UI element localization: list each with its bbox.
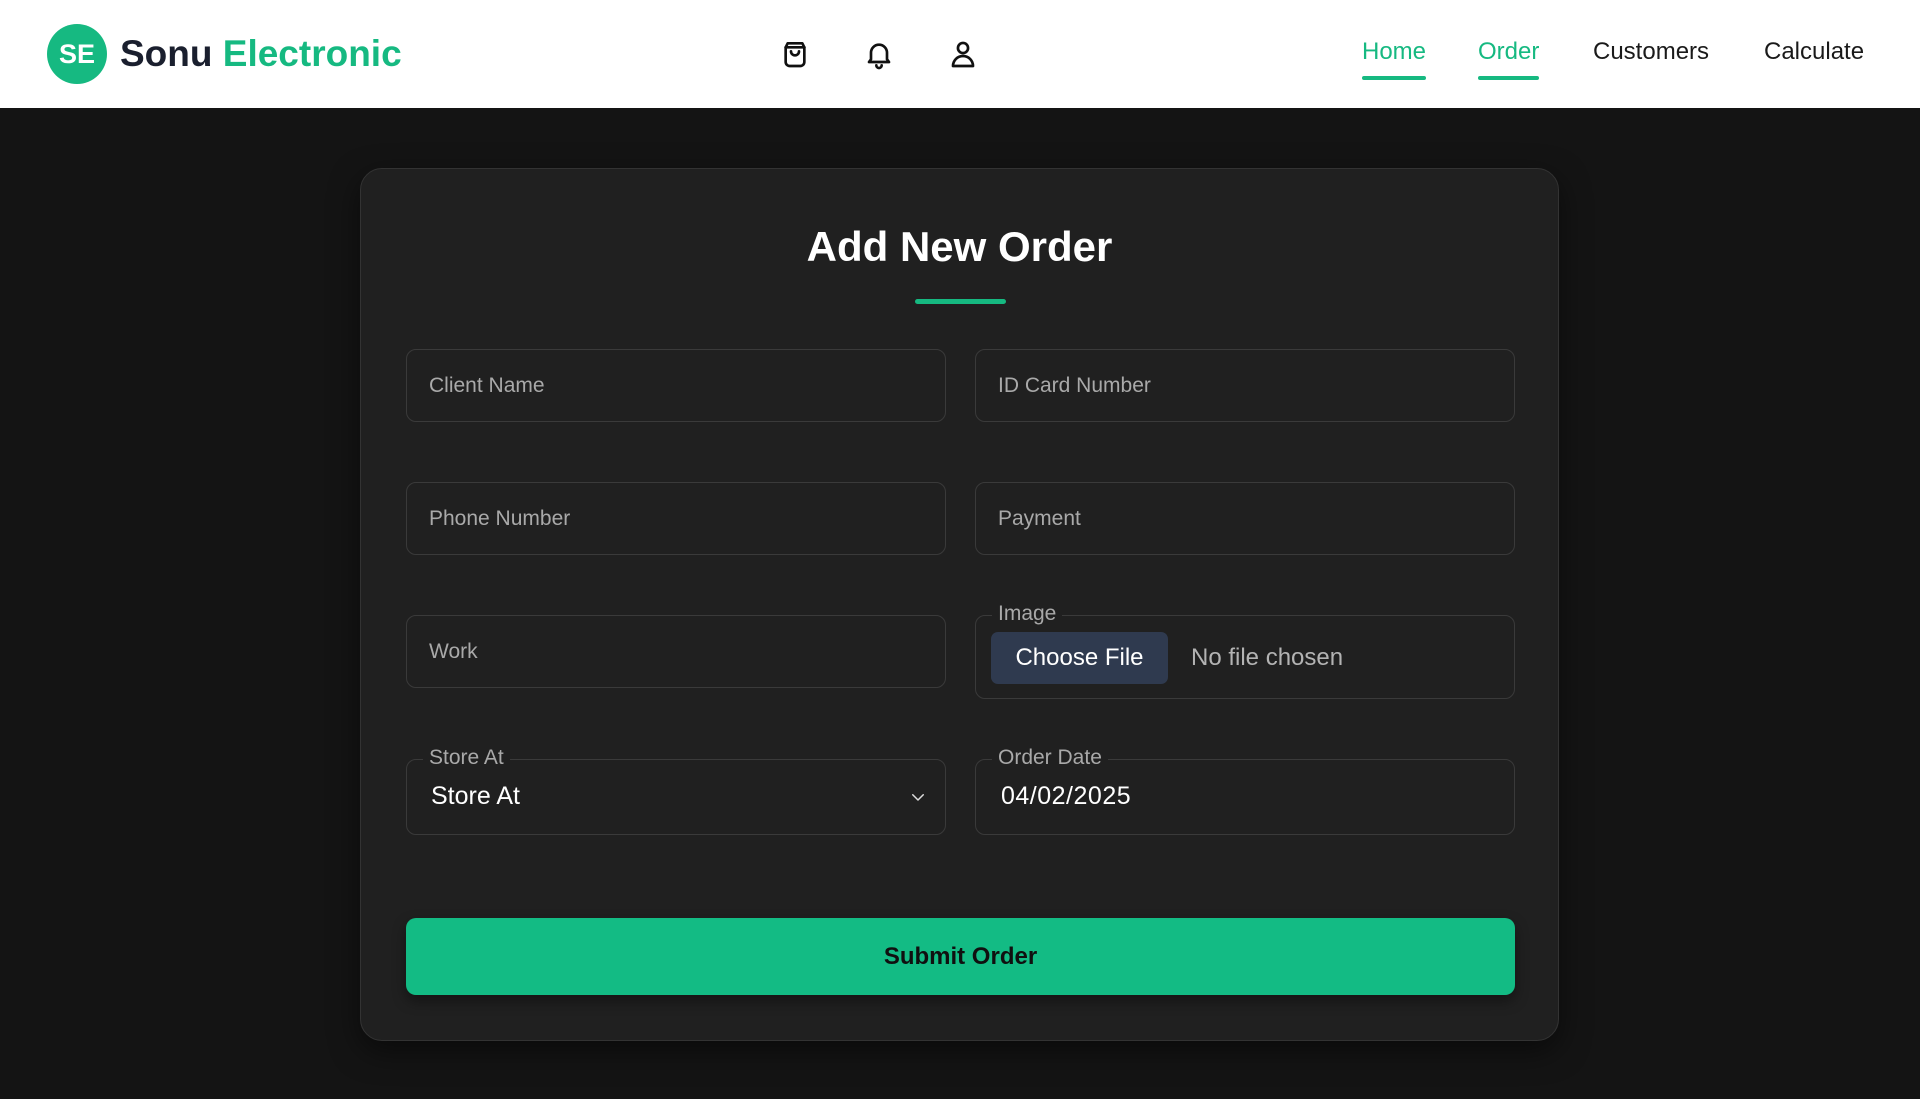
add-order-card: Add New Order Image Choose File No file … — [360, 168, 1559, 1041]
file-status-text: No file chosen — [1191, 644, 1344, 671]
work-input[interactable] — [407, 616, 945, 687]
id-card-field — [975, 349, 1515, 422]
brand-logo: SE — [47, 24, 107, 84]
store-at-select[interactable]: Store At Store At — [406, 743, 946, 835]
work-field — [406, 615, 946, 688]
order-date-value[interactable]: 04/02/2025 — [1001, 782, 1131, 811]
brand[interactable]: SE Sonu Electronic — [47, 24, 402, 84]
store-at-selected-value: Store At — [431, 782, 520, 810]
order-date-field[interactable]: Order Date 04/02/2025 — [975, 743, 1515, 835]
brand-name: Sonu Electronic — [120, 33, 402, 75]
payment-input[interactable] — [976, 483, 1514, 554]
id-card-number-input[interactable] — [976, 350, 1514, 421]
client-name-input[interactable] — [407, 350, 945, 421]
choose-file-button[interactable]: Choose File — [991, 632, 1168, 684]
user-icon[interactable] — [944, 35, 982, 73]
order-date-label: Order Date — [992, 743, 1108, 773]
submit-order-button[interactable]: Submit Order — [406, 918, 1515, 995]
shopping-bag-icon[interactable] — [776, 35, 814, 73]
phone-number-input[interactable] — [407, 483, 945, 554]
image-upload-field: Image Choose File No file chosen — [975, 599, 1515, 699]
nav-customers[interactable]: Customers — [1593, 38, 1709, 66]
nav-calculate[interactable]: Calculate — [1764, 38, 1864, 66]
phone-field — [406, 482, 946, 555]
payment-field — [975, 482, 1515, 555]
nav-home[interactable]: Home — [1362, 38, 1427, 80]
brand-name-accent: Electronic — [222, 33, 402, 74]
nav-order[interactable]: Order — [1478, 38, 1540, 80]
top-navbar: SE Sonu Electronic Home Order Customers … — [0, 0, 1920, 108]
brand-name-primary: Sonu — [120, 33, 213, 74]
title-underline — [915, 299, 1006, 304]
client-name-field — [406, 349, 946, 422]
chevron-down-icon — [909, 788, 927, 806]
image-label: Image — [992, 599, 1063, 629]
store-at-label: Store At — [423, 743, 510, 773]
bell-icon[interactable] — [860, 35, 898, 73]
page-title: Add New Order — [806, 223, 1113, 270]
